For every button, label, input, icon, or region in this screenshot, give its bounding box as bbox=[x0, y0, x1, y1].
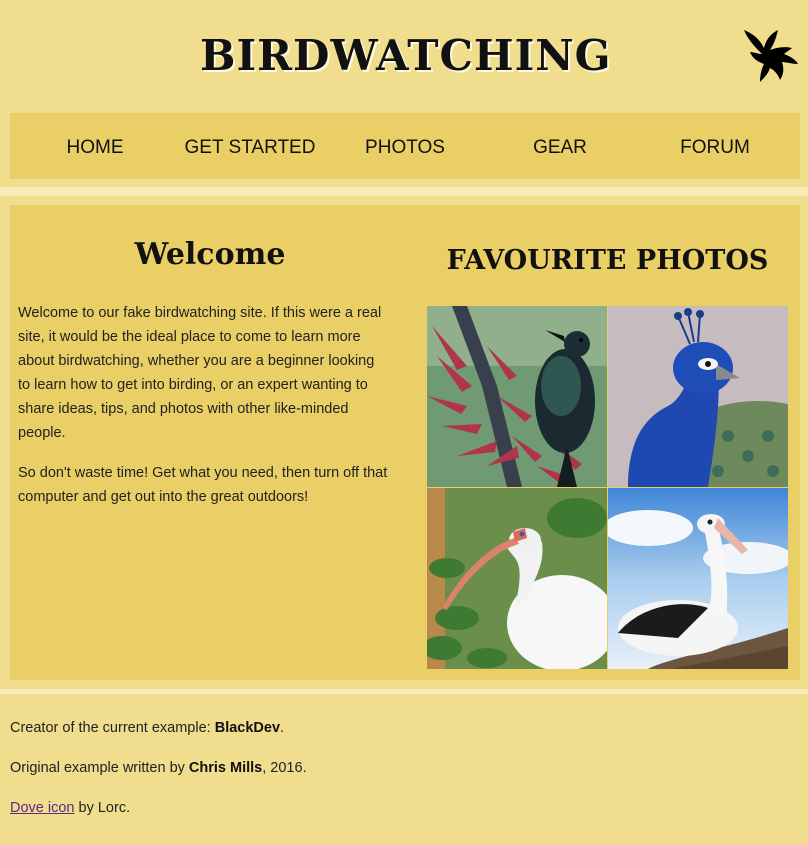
icon-credit-text: by Lorc. bbox=[74, 800, 131, 816]
nav-item-home[interactable]: HOME bbox=[20, 113, 170, 179]
creator-name: BlackDev bbox=[214, 720, 281, 736]
nav-item-forum[interactable]: FORUM bbox=[640, 113, 790, 179]
tui-bird-photo[interactable] bbox=[427, 306, 607, 487]
main-content: Welcome Welcome to our fake birdwatching… bbox=[10, 205, 800, 680]
creator-credit: Creator of the current example: BlackDev… bbox=[10, 708, 800, 748]
welcome-paragraph: Welcome to our fake birdwatching site. I… bbox=[18, 305, 382, 441]
pelican-photo[interactable] bbox=[608, 488, 788, 669]
site-title: BIRDWATCHING bbox=[200, 31, 612, 80]
header-divider bbox=[0, 187, 808, 196]
peacock-photo[interactable] bbox=[608, 306, 788, 487]
photos-heading: FAVOURITE PHOTOS bbox=[446, 245, 769, 276]
dove-icon bbox=[744, 30, 798, 82]
nav-item-photos[interactable]: PHOTOS bbox=[330, 113, 480, 179]
creator-prefix: Creator of the current example: bbox=[10, 720, 215, 736]
site-header: BIRDWATCHING HOME GET STARTED PHOTOS GEA… bbox=[0, 0, 808, 187]
creator-suffix: . bbox=[280, 720, 285, 736]
ibis-photo[interactable] bbox=[427, 488, 607, 669]
original-prefix: Original example written by bbox=[10, 760, 189, 776]
original-author: Chris Mills bbox=[188, 760, 263, 776]
welcome-text: Welcome to our fake birdwatching site. I… bbox=[18, 301, 390, 525]
main-nav: HOME GET STARTED PHOTOS GEAR FORUM bbox=[10, 113, 800, 179]
welcome-heading: Welcome bbox=[134, 237, 286, 272]
original-suffix: , 2016. bbox=[262, 760, 307, 776]
original-credit: Original example written by Chris Mills,… bbox=[10, 748, 800, 788]
nav-item-gear[interactable]: GEAR bbox=[485, 113, 635, 179]
welcome-paragraph: So don't waste time! Get what you need, … bbox=[18, 465, 388, 505]
dove-icon-link[interactable]: Dove icon bbox=[10, 800, 74, 816]
footer-divider bbox=[0, 689, 808, 694]
site-footer: Creator of the current example: BlackDev… bbox=[10, 708, 800, 828]
nav-item-get-started[interactable]: GET STARTED bbox=[175, 113, 325, 179]
icon-credit: Dove icon by Lorc. bbox=[10, 788, 800, 828]
